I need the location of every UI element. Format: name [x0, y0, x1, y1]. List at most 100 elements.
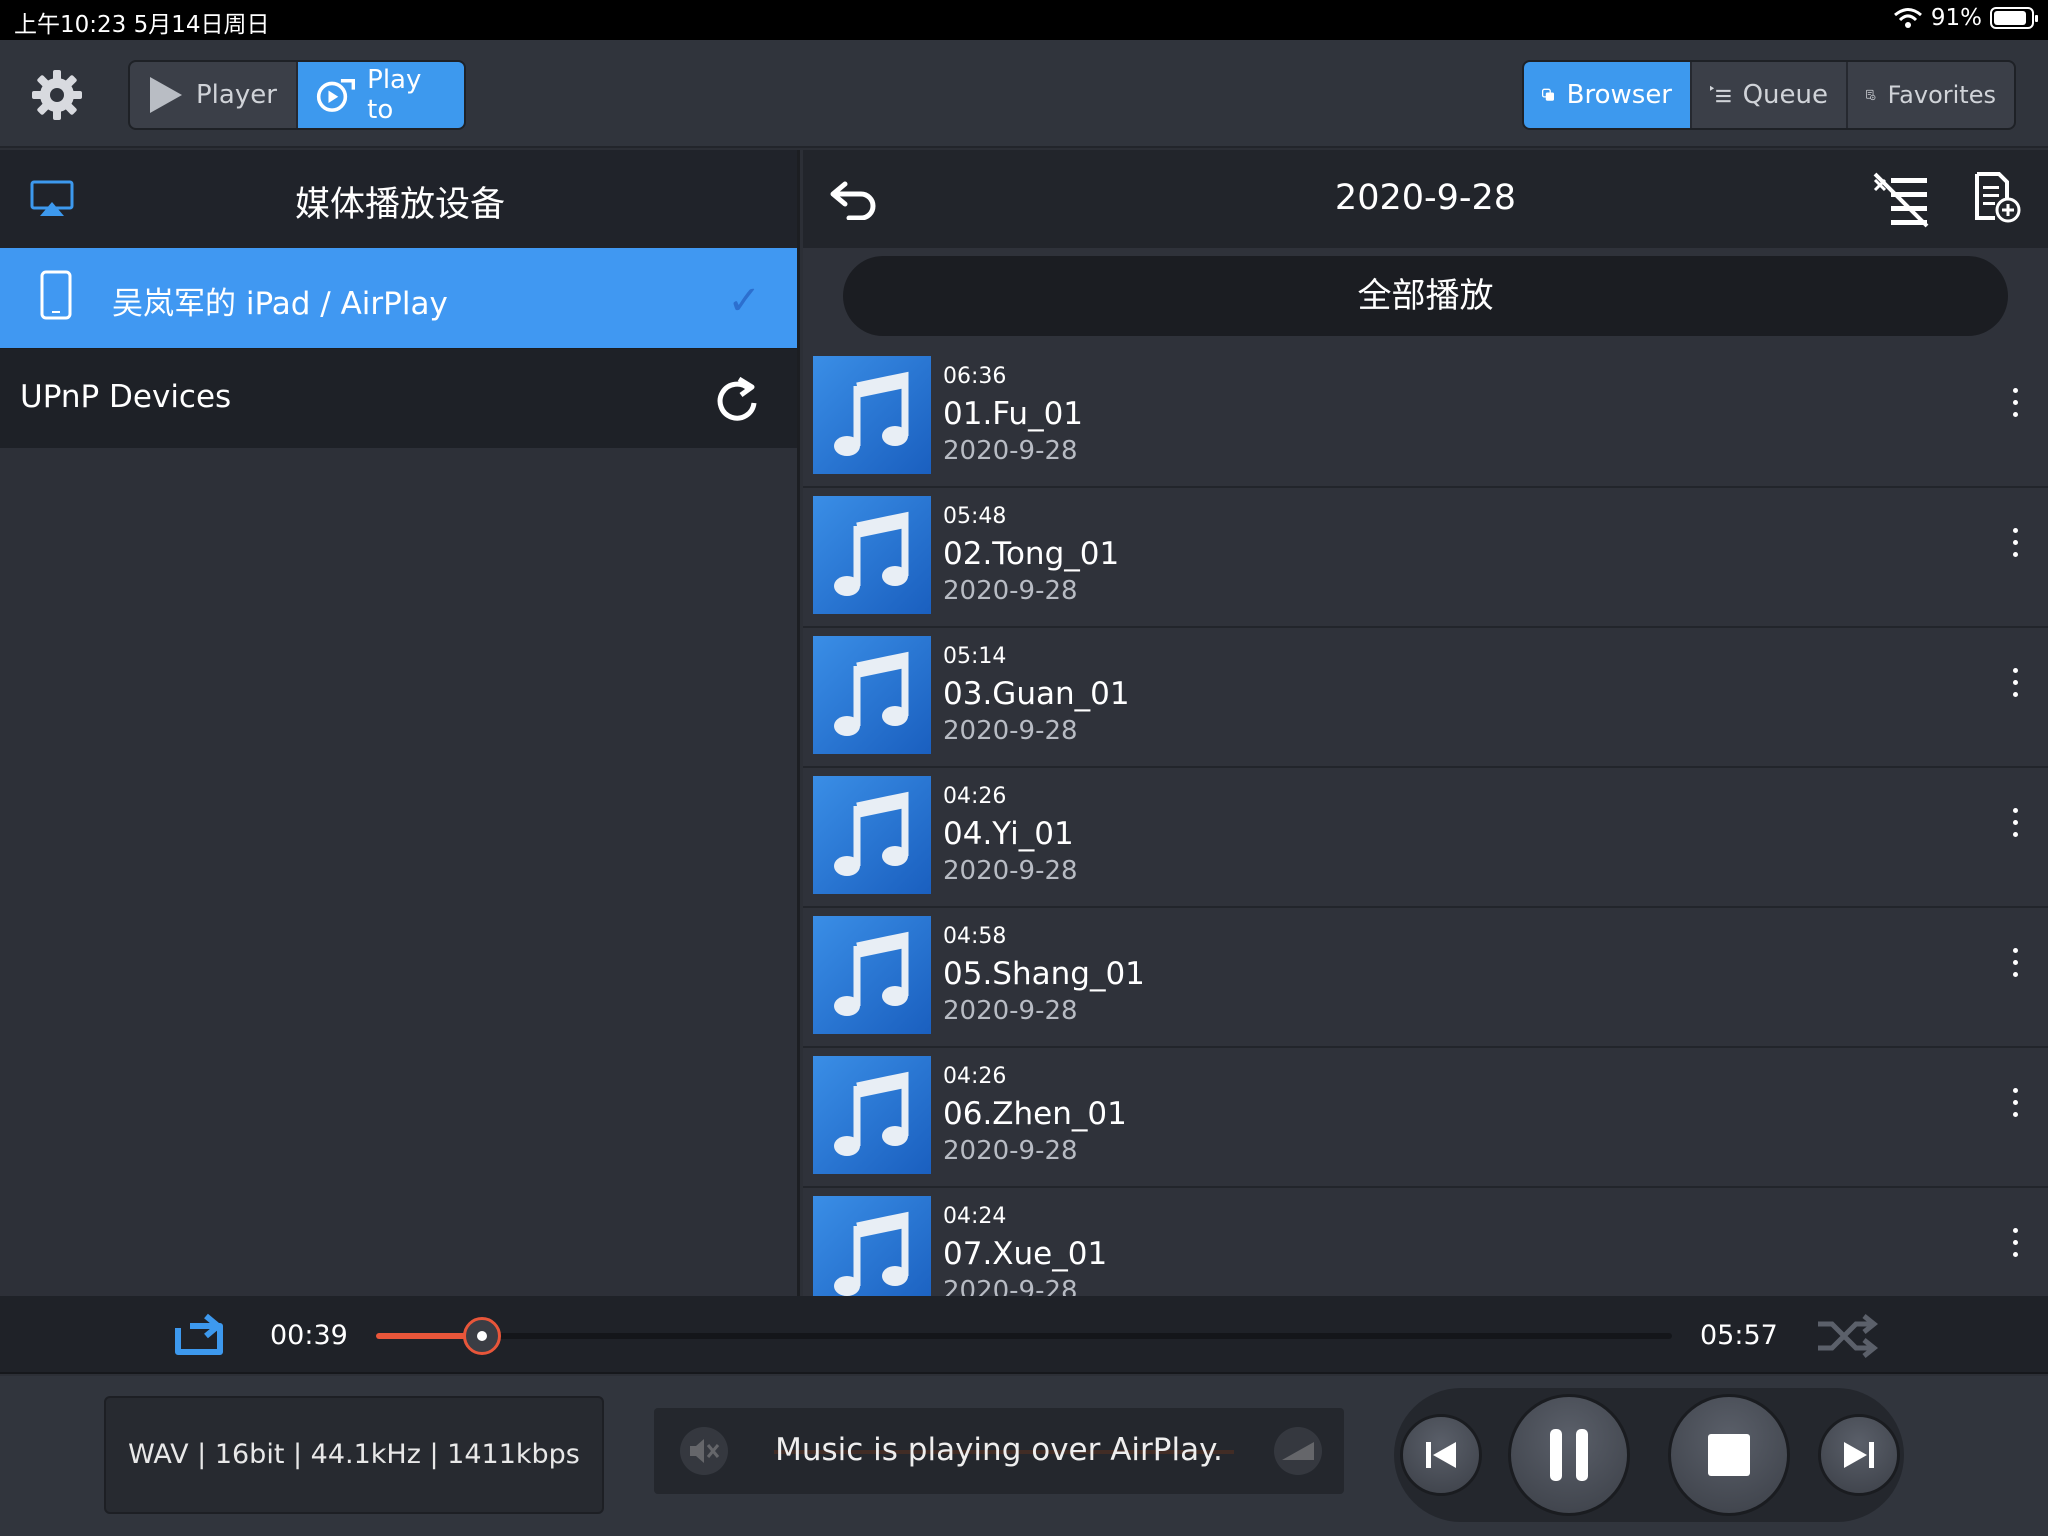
track-row[interactable]: 04:58 05.Shang_01 2020-9-28: [803, 908, 2048, 1048]
track-row[interactable]: 04:24 07.Xue_01 2020-9-28: [803, 1188, 2048, 1296]
browser-tab-label: Browser: [1566, 80, 1672, 110]
track-duration: 04:24: [943, 1204, 1007, 1229]
track-date: 2020-9-28: [943, 1136, 1078, 1166]
upnp-devices-row[interactable]: UPnP Devices: [0, 348, 797, 448]
track-row[interactable]: 04:26 04.Yi_01 2020-9-28: [803, 768, 2048, 908]
browser-tab[interactable]: Browser: [1524, 62, 1692, 128]
track-date: 2020-9-28: [943, 436, 1078, 466]
track-date: 2020-9-28: [943, 856, 1078, 886]
track-row[interactable]: 04:26 06.Zhen_01 2020-9-28: [803, 1048, 2048, 1188]
play-all-section: 全部播放: [803, 248, 2048, 348]
format-info: WAV | 16bit | 44.1kHz | 1411kbps: [104, 1396, 604, 1514]
device-panel-title: 媒体播放设备: [294, 185, 505, 225]
queue-tab[interactable]: Queue: [1692, 62, 1848, 128]
music-note-icon: [813, 916, 931, 1034]
browser-icon: [1542, 88, 1555, 101]
music-note-icon: [813, 1196, 931, 1296]
track-row[interactable]: 05:14 03.Guan_01 2020-9-28: [803, 628, 2048, 768]
current-time: 00:39: [270, 1320, 348, 1351]
favorites-tab-label: Favorites: [1887, 81, 1996, 109]
track-duration: 06:36: [943, 364, 1007, 389]
settings-gear-icon[interactable]: [30, 68, 84, 122]
previous-button[interactable]: [1400, 1414, 1482, 1496]
previous-icon: [1426, 1442, 1456, 1468]
filter-off-icon[interactable]: [1871, 170, 1931, 230]
track-name: 02.Tong_01: [943, 536, 1120, 572]
more-options-icon[interactable]: [2010, 948, 2020, 988]
checkmark-icon: ✓: [727, 278, 761, 324]
wifi-icon: [1893, 8, 1922, 28]
play-to-tab[interactable]: Play to: [298, 62, 464, 128]
status-time: 上午10:23 5月14日周日: [14, 12, 270, 38]
play-to-tab-label: Play to: [367, 65, 422, 125]
device-name: 吴岚军的 iPad / AirPlay: [112, 286, 448, 322]
volume-area: Music is playing over AirPlay.: [654, 1408, 1344, 1494]
track-row[interactable]: 05:48 02.Tong_01 2020-9-28: [803, 488, 2048, 628]
pause-button[interactable]: [1508, 1394, 1630, 1516]
next-icon: [1844, 1442, 1874, 1468]
track-duration: 05:48: [943, 504, 1007, 529]
music-note-icon: [813, 636, 931, 754]
bottom-controls: WAV | 16bit | 44.1kHz | 1411kbps Music i…: [0, 1376, 2048, 1536]
seek-bar[interactable]: [376, 1317, 1672, 1355]
player-tab-label: Player: [196, 80, 277, 110]
track-date: 2020-9-28: [943, 576, 1078, 606]
transport-controls: [1394, 1388, 1904, 1522]
music-note-icon: [813, 356, 931, 474]
pause-icon: [1550, 1429, 1588, 1481]
device-panel-header: 媒体播放设备: [0, 150, 797, 248]
more-options-icon[interactable]: [2010, 668, 2020, 708]
add-to-playlist-icon[interactable]: [1973, 172, 2021, 224]
queue-tab-label: Queue: [1742, 80, 1828, 110]
view-segmented-control: Browser Queue Favorites: [1522, 60, 2016, 130]
track-date: 2020-9-28: [943, 716, 1078, 746]
shuffle-icon[interactable]: [1816, 1312, 1878, 1360]
play-triangle-icon: [150, 77, 182, 113]
track-name: 03.Guan_01: [943, 676, 1130, 712]
more-options-icon[interactable]: [2010, 1228, 2020, 1268]
refresh-icon[interactable]: [715, 375, 761, 425]
mode-segmented-control: Player Play to: [128, 60, 466, 130]
volume-max-icon: [1274, 1427, 1322, 1475]
browser-panel: 2020-9-28 全部播放 06:36 01.Fu_01 2020-9-28 …: [803, 150, 2048, 1296]
folder-title: 2020-9-28: [1334, 178, 1517, 218]
more-options-icon[interactable]: [2010, 388, 2020, 428]
stop-button[interactable]: [1668, 1394, 1790, 1516]
music-note-icon: [813, 1056, 931, 1174]
battery-percent: 91%: [1930, 5, 1982, 31]
track-name: 05.Shang_01: [943, 956, 1145, 992]
track-duration: 04:58: [943, 924, 1007, 949]
play-to-icon: [316, 78, 356, 112]
more-options-icon[interactable]: [2010, 1088, 2020, 1128]
stop-icon: [1708, 1434, 1750, 1476]
battery-icon: [1990, 7, 2038, 29]
selected-device-row[interactable]: 吴岚军的 iPad / AirPlay ✓: [0, 248, 797, 348]
track-name: 04.Yi_01: [943, 816, 1074, 852]
airplay-message: Music is playing over AirPlay.: [775, 1432, 1223, 1468]
music-note-icon: [813, 776, 931, 894]
track-duration: 05:14: [943, 644, 1007, 669]
queue-list-icon: [1710, 85, 1731, 103]
more-options-icon[interactable]: [2010, 528, 2020, 568]
repeat-icon[interactable]: [168, 1312, 230, 1360]
favorites-tab[interactable]: Favorites: [1848, 62, 2014, 128]
status-bar: 上午10:23 5月14日周日 91%: [0, 0, 2048, 40]
track-duration: 04:26: [943, 784, 1007, 809]
track-name: 07.Xue_01: [943, 1236, 1108, 1272]
track-row[interactable]: 06:36 01.Fu_01 2020-9-28: [803, 348, 2048, 488]
upnp-label: UPnP Devices: [20, 379, 232, 415]
total-time: 05:57: [1700, 1320, 1778, 1351]
track-name: 06.Zhen_01: [943, 1096, 1127, 1132]
player-tab[interactable]: Player: [130, 62, 298, 128]
play-all-button[interactable]: 全部播放: [843, 256, 2008, 336]
more-options-icon[interactable]: [2010, 808, 2020, 848]
track-duration: 04:26: [943, 1064, 1007, 1089]
track-date: 2020-9-28: [943, 1276, 1078, 1296]
seek-thumb[interactable]: [463, 1317, 502, 1355]
next-button[interactable]: [1818, 1414, 1900, 1496]
ipad-device-icon: [40, 270, 72, 320]
status-right: 91%: [1893, 5, 2038, 31]
track-list: 06:36 01.Fu_01 2020-9-28 05:48 02.Tong_0…: [803, 348, 2048, 1296]
track-name: 01.Fu_01: [943, 396, 1084, 432]
device-panel: 媒体播放设备 吴岚军的 iPad / AirPlay ✓ UPnP Device…: [0, 150, 800, 1296]
